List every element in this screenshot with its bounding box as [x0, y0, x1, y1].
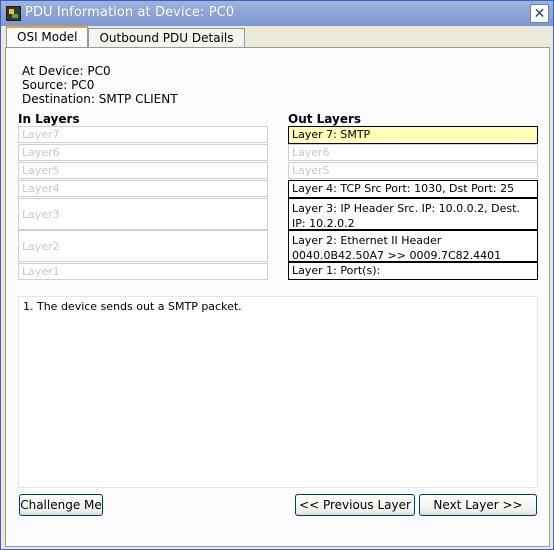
window-title: PDU Information at Device: PC0 — [25, 5, 235, 20]
out-layer-7[interactable]: Layer 7: SMTP — [288, 126, 538, 144]
challenge-me-button[interactable]: Challenge Me — [19, 494, 103, 516]
in-layer-6[interactable]: Layer6 — [18, 144, 268, 161]
tab-osi-model[interactable]: OSI Model — [6, 26, 89, 47]
previous-layer-button[interactable]: << Previous Layer — [295, 494, 415, 516]
osi-model-panel: At Device: PC0 Source: PC0 Destination: … — [5, 47, 550, 547]
out-layer-4[interactable]: Layer 4: TCP Src Port: 1030, Dst Port: 2… — [288, 180, 538, 198]
out-layer-1[interactable]: Layer 1: Port(s): — [288, 262, 538, 280]
description-box[interactable]: 1. The device sends out a SMTP packet. — [18, 296, 538, 488]
at-device-label: At Device: PC0 — [22, 64, 111, 78]
destination-label: Destination: SMTP CLIENT — [22, 92, 178, 106]
source-label: Source: PC0 — [22, 78, 95, 92]
in-layers-heading: In Layers — [18, 112, 80, 126]
in-layer-1[interactable]: Layer1 — [18, 263, 268, 280]
tab-strip: OSI Model Outbound PDU Details — [6, 26, 245, 48]
device-info: At Device: PC0 Source: PC0 Destination: … — [22, 64, 178, 106]
out-layer-3[interactable]: Layer 3: IP Header Src. IP: 10.0.0.2, De… — [288, 198, 538, 230]
tab-outbound-pdu-details[interactable]: Outbound PDU Details — [88, 28, 245, 47]
packet-tracer-app-icon — [6, 6, 21, 21]
in-layer-7[interactable]: Layer7 — [18, 126, 268, 143]
out-layer-6[interactable]: Layer6 — [288, 144, 538, 161]
title-bar[interactable]: PDU Information at Device: PC0 ✕ — [1, 1, 553, 26]
out-layer-2[interactable]: Layer 2: Ethernet II Header 0040.0B42.50… — [288, 230, 538, 262]
close-button[interactable]: ✕ — [530, 4, 549, 23]
in-layer-5[interactable]: Layer5 — [18, 162, 268, 179]
out-layer-5[interactable]: Layer5 — [288, 162, 538, 179]
out-layers-heading: Out Layers — [288, 112, 362, 126]
next-layer-button[interactable]: Next Layer >> — [419, 494, 537, 516]
pdu-info-window: PDU Information at Device: PC0 ✕ OSI Mod… — [0, 0, 554, 550]
in-layer-4[interactable]: Layer4 — [18, 180, 268, 197]
in-layer-3[interactable]: Layer3 — [18, 198, 268, 230]
in-layer-2[interactable]: Layer2 — [18, 230, 268, 262]
